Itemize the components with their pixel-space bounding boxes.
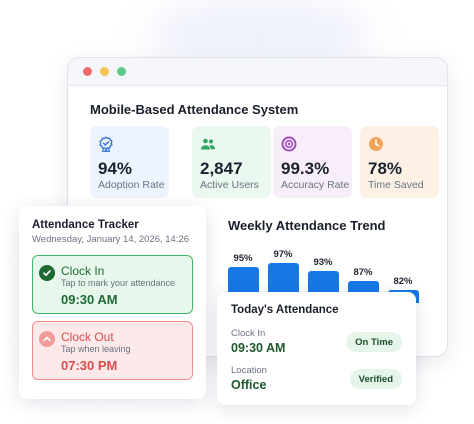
dashboard-title: Mobile-Based Attendance System [90,102,299,117]
stat-value: 2,847 [200,159,243,178]
stat-card-adoption-rate: 94% Adoption Rate [90,126,169,198]
stat-value: 99.3% [281,159,330,178]
attendance-tracker-card: Attendance Tracker Wednesday, January 14… [19,206,206,399]
target-icon [281,136,297,152]
stat-label: Time Saved [368,179,424,191]
trend-bar-value-label: 97% [273,249,293,261]
trend-bar-value-label: 93% [313,256,333,268]
clock-in-row-label: Clock In [231,328,266,339]
chevron-up-circle-icon [39,331,55,347]
window-titlebar [68,58,447,86]
stat-label: Adoption Rate [98,179,165,191]
trend-bar-value-label: 87% [353,267,373,279]
stat-card-time-saved: 78% Time Saved [360,126,439,198]
stat-value: 78% [368,159,403,178]
location-row-value: Office [231,378,267,392]
clock-icon [368,136,384,152]
badge-check-icon [98,136,114,152]
window-minimize-dot[interactable] [100,67,109,76]
tracker-date: Wednesday, January 14, 2026, 14:26 [32,234,190,245]
clock-in-label: Clock In [61,264,105,278]
todays-attendance-title: Today's Attendance [231,304,339,316]
verified-status-badge: Verified [349,369,402,389]
clock-out-label: Clock Out [61,330,114,344]
stat-label: Active Users [200,179,259,191]
tracker-title: Attendance Tracker [32,219,139,231]
trend-bar-value-label: 95% [233,253,253,264]
clock-out-button[interactable]: Clock Out Tap when leaving 07:30 PM [32,321,193,380]
window-maximize-dot[interactable] [117,67,126,76]
clock-in-row-value: 09:30 AM [231,341,286,355]
on-time-status-badge: On Time [346,332,402,352]
clock-in-hint: Tap to mark your attendance [61,278,176,288]
stat-card-active-users: 2,847 Active Users [192,126,271,198]
location-row-label: Location [231,365,267,376]
trend-chart-title: Weekly Attendance Trend [228,218,386,233]
clock-in-time: 09:30 AM [61,292,118,307]
clock-in-button[interactable]: Clock In Tap to mark your attendance 09:… [32,255,193,314]
users-icon [200,136,216,152]
clock-out-hint: Tap when leaving [61,344,131,354]
trend-bar-value-label: 82% [393,276,413,288]
window-close-dot[interactable] [83,67,92,76]
todays-attendance-card: Today's Attendance Clock In 09:30 AM On … [217,292,416,405]
stat-card-accuracy-rate: 99.3% Accuracy Rate [273,126,352,198]
clock-out-time: 07:30 PM [61,358,118,373]
stat-value: 94% [98,159,133,178]
stat-label: Accuracy Rate [281,179,350,191]
check-circle-icon [39,265,55,281]
